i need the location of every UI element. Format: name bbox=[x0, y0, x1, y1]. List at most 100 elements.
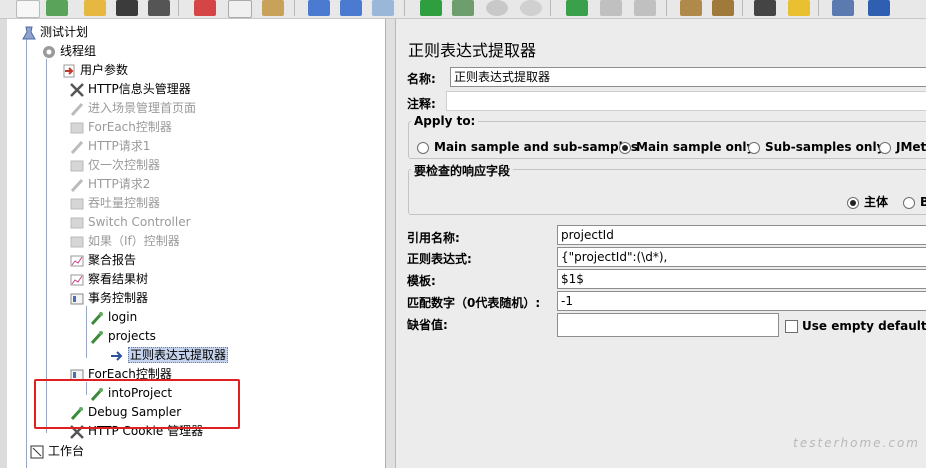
tree-node[interactable]: 进入场景管理首页面 bbox=[69, 99, 196, 118]
highlight-annotation-box bbox=[34, 379, 240, 429]
controller-icon bbox=[69, 158, 85, 174]
cut-icon[interactable] bbox=[194, 0, 216, 16]
toggle-icon[interactable] bbox=[372, 0, 394, 16]
workbench-icon bbox=[29, 444, 45, 460]
clear-icon[interactable] bbox=[680, 0, 702, 16]
extractor-panel: 正则表达式提取器 名称: 正则表达式提取器 注释: Apply to: Main… bbox=[396, 19, 926, 468]
tree-node[interactable]: 察看结果树 bbox=[69, 270, 148, 289]
test-plan-icon bbox=[21, 25, 37, 41]
start-no-pause-icon[interactable] bbox=[452, 0, 474, 16]
help-icon[interactable] bbox=[868, 0, 890, 16]
name-label: 名称: bbox=[407, 72, 436, 86]
remote-shutdown-icon[interactable] bbox=[634, 0, 656, 16]
listener-icon bbox=[69, 253, 85, 269]
use-empty-default-checkbox[interactable]: Use empty default valu bbox=[785, 319, 926, 333]
response-field-group: 要检查的响应字段 主体 B bbox=[408, 162, 926, 215]
collapse-icon[interactable] bbox=[340, 0, 362, 16]
listener-icon bbox=[69, 272, 85, 288]
http-request-icon bbox=[69, 139, 85, 155]
sampler-icon bbox=[89, 310, 105, 326]
comment-field[interactable] bbox=[446, 91, 926, 111]
tree-node-selected[interactable]: 正则表达式提取器 bbox=[109, 346, 229, 365]
function-helper-icon[interactable] bbox=[832, 0, 854, 16]
save-as-icon[interactable] bbox=[148, 0, 170, 16]
split-pane-divider[interactable] bbox=[386, 19, 396, 468]
radio-icon bbox=[417, 141, 429, 154]
tree-node[interactable]: projects bbox=[89, 327, 156, 346]
radio-icon bbox=[879, 141, 891, 154]
tree-node[interactable]: Switch Controller bbox=[69, 213, 191, 232]
regex-field[interactable]: {"projectId":(\d*), bbox=[557, 247, 926, 267]
window-edge bbox=[0, 19, 7, 468]
tree-node[interactable]: 测试计划 bbox=[21, 23, 88, 42]
tree-node[interactable]: HTTP请求2 bbox=[69, 175, 150, 194]
radio-icon bbox=[748, 141, 760, 154]
regex-label: 正则表达式: bbox=[407, 252, 472, 266]
tree-node[interactable]: login bbox=[89, 308, 137, 327]
http-request-icon bbox=[69, 177, 85, 193]
test-plan-tree[interactable]: 测试计划 线程组 用户参数 HTTP信息头管理器 进入场景管理首页面 ForEa… bbox=[7, 19, 386, 468]
default-value-label: 缺省值: bbox=[407, 318, 448, 332]
template-label: 模板: bbox=[407, 274, 436, 288]
radio-selected-icon bbox=[847, 196, 859, 209]
new-icon[interactable] bbox=[16, 0, 40, 18]
templates-icon[interactable] bbox=[46, 0, 68, 16]
checkbox-icon bbox=[785, 320, 798, 333]
open-icon[interactable] bbox=[84, 0, 106, 16]
radio-sub-only[interactable]: Sub-samples only bbox=[748, 140, 884, 154]
remote-start-icon[interactable] bbox=[566, 0, 588, 16]
copy-icon[interactable] bbox=[228, 0, 252, 18]
save-icon[interactable] bbox=[116, 0, 138, 16]
extractor-icon bbox=[109, 348, 125, 364]
tree-node[interactable]: 事务控制器 bbox=[69, 289, 148, 308]
paste-icon[interactable] bbox=[262, 0, 284, 16]
watermark: testerhome.com bbox=[793, 436, 920, 450]
radio-main-and-sub[interactable]: Main sample and sub-samples bbox=[417, 140, 638, 154]
template-field[interactable]: $1$ bbox=[557, 269, 926, 289]
ref-name-label: 引用名称: bbox=[407, 231, 460, 245]
clear-all-icon[interactable] bbox=[712, 0, 734, 16]
controller-icon bbox=[69, 234, 85, 250]
tree-node[interactable]: 吞吐量控制器 bbox=[69, 194, 160, 213]
controller-icon bbox=[69, 120, 85, 136]
start-icon[interactable] bbox=[420, 0, 442, 16]
apply-to-group: Apply to: Main sample and sub-samples Ma… bbox=[408, 114, 926, 159]
tree-node[interactable]: ForEach控制器 bbox=[69, 118, 172, 137]
radio-main-only[interactable]: Main sample only bbox=[619, 140, 754, 154]
controller-icon bbox=[69, 291, 85, 307]
panel-title: 正则表达式提取器 bbox=[408, 41, 537, 60]
radio-icon bbox=[903, 196, 915, 209]
tree-node[interactable]: 仅一次控制器 bbox=[69, 156, 160, 175]
radio-jmeter-variable[interactable]: JMete bbox=[879, 140, 926, 154]
tree-node[interactable]: 工作台 bbox=[29, 442, 84, 461]
thread-group-icon bbox=[41, 44, 57, 60]
tree-node[interactable]: HTTP信息头管理器 bbox=[69, 80, 191, 99]
response-field-title: 要检查的响应字段 bbox=[411, 162, 514, 179]
search-icon[interactable] bbox=[754, 0, 776, 16]
match-no-label: 匹配数字（0代表随机）: bbox=[407, 296, 541, 310]
http-request-icon bbox=[69, 101, 85, 117]
tree-node[interactable]: 聚合报告 bbox=[69, 251, 136, 270]
remote-stop-icon[interactable] bbox=[600, 0, 622, 16]
comment-label: 注释: bbox=[407, 97, 436, 111]
default-value-field[interactable] bbox=[557, 313, 779, 337]
name-field[interactable]: 正则表达式提取器 bbox=[450, 67, 926, 87]
controller-icon bbox=[69, 215, 85, 231]
tree-node[interactable]: 线程组 bbox=[41, 42, 96, 61]
apply-to-title: Apply to: bbox=[411, 114, 479, 128]
ref-name-field[interactable]: projectId bbox=[557, 225, 926, 245]
header-manager-icon bbox=[69, 82, 85, 98]
tree-node[interactable]: 用户参数 bbox=[61, 61, 128, 80]
radio-body-unescaped[interactable]: B bbox=[903, 195, 926, 209]
expand-icon[interactable] bbox=[308, 0, 330, 16]
shutdown-icon[interactable] bbox=[520, 0, 542, 16]
sampler-icon bbox=[89, 329, 105, 345]
user-parameters-icon bbox=[61, 63, 77, 79]
reset-search-icon[interactable] bbox=[788, 0, 810, 16]
tree-node[interactable]: HTTP请求1 bbox=[69, 137, 150, 156]
tree-node[interactable]: 如果（If）控制器 bbox=[69, 232, 180, 251]
match-no-field[interactable]: -1 bbox=[557, 291, 926, 311]
radio-body[interactable]: 主体 bbox=[847, 195, 888, 209]
toolbar bbox=[0, 0, 926, 19]
stop-icon[interactable] bbox=[486, 0, 508, 16]
